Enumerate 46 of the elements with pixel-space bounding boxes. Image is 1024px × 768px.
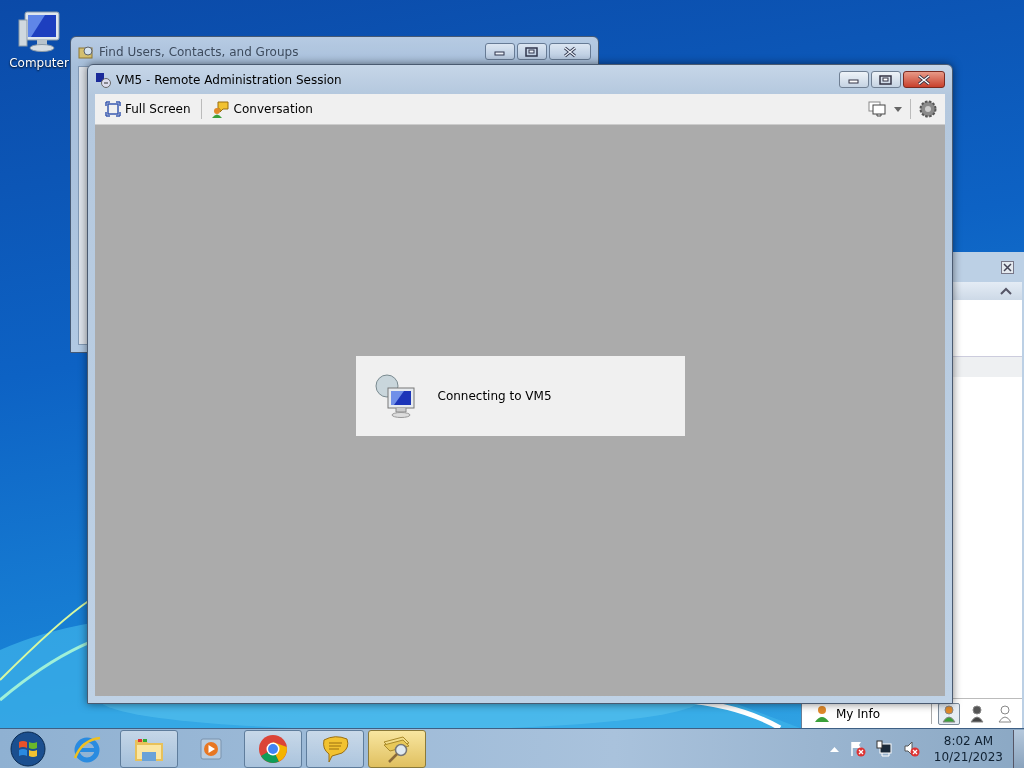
dropdown-caret-icon[interactable] [894, 106, 902, 112]
status-message: Connecting to VM5 [437, 388, 552, 403]
folder-search-icon [78, 43, 94, 60]
clock-date: 10/21/2023 [933, 748, 1003, 765]
close-icon [562, 45, 578, 58]
remote-session-icon [95, 71, 111, 88]
minimize-button[interactable] [485, 43, 515, 60]
close-button[interactable] [1001, 260, 1014, 274]
windows-logo-icon [10, 730, 46, 767]
window-title: Find Users, Contacts, and Groups [99, 44, 300, 59]
close-icon [916, 73, 932, 86]
close-icon [1003, 262, 1012, 272]
maximize-icon [878, 73, 894, 86]
media-player-icon [198, 735, 224, 762]
person-icon [814, 705, 830, 723]
show-desktop-button[interactable] [1013, 729, 1024, 768]
taskbar-button[interactable] [368, 729, 426, 768]
desktop-icon-label[interactable]: Computer [9, 56, 69, 70]
taskbar-button[interactable] [244, 729, 302, 768]
speech-bubble-icon [320, 733, 350, 764]
monitors-icon[interactable] [868, 101, 886, 117]
clock[interactable]: 8:02 AM 10/21/2023 [929, 732, 1007, 765]
settings-icon[interactable] [919, 100, 937, 118]
close-button[interactable] [549, 43, 591, 60]
full-screen-button[interactable]: Full Screen [103, 99, 193, 119]
conversation-button[interactable]: Conversation [209, 98, 315, 120]
close-button[interactable] [903, 71, 945, 88]
flag-icon[interactable] [848, 740, 866, 757]
taskbar-button[interactable] [120, 729, 178, 768]
maximize-button[interactable] [517, 43, 547, 60]
clock-time: 8:02 AM [943, 732, 994, 749]
maximize-button[interactable] [871, 71, 901, 88]
computer-icon[interactable] [17, 10, 61, 54]
window-title: VM5 - Remote Administration Session [116, 72, 343, 87]
speaker-muted-icon[interactable] [902, 740, 920, 757]
my-info-label[interactable]: My Info [836, 707, 925, 721]
network-icon[interactable] [875, 740, 893, 757]
maximize-icon [524, 45, 540, 58]
chat-person-icon [211, 100, 230, 118]
status-button[interactable] [938, 703, 960, 725]
taskbar-button[interactable] [306, 729, 364, 768]
chevron-up-icon[interactable] [1000, 287, 1012, 295]
minimize-button[interactable] [839, 71, 869, 88]
fullscreen-icon [105, 101, 121, 117]
network-computer-icon [373, 371, 418, 420]
chrome-icon [257, 732, 289, 765]
